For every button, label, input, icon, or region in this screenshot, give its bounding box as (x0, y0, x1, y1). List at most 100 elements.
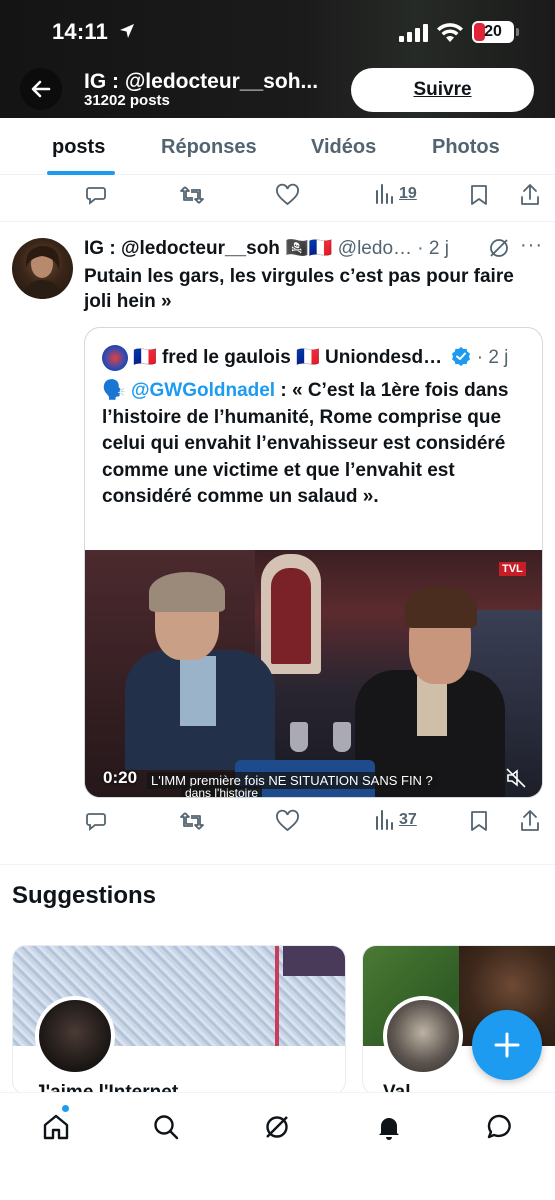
post-actions: 37 (0, 801, 555, 841)
reply-button[interactable] (84, 183, 108, 207)
quoted-author-name: fred le gaulois (161, 347, 291, 368)
video-glass (290, 722, 308, 752)
post-count: 31202 posts (84, 92, 170, 109)
video-person-right-hair (405, 586, 477, 628)
signal-icon (399, 24, 428, 42)
quoted-post[interactable]: 🇫🇷 fred le gaulois 🇫🇷 Uniondesd… · 2 j 🗣… (84, 327, 543, 798)
video-glass (333, 722, 351, 752)
nav-search[interactable] (148, 1109, 184, 1145)
video-timestamp: 0:20 (103, 768, 138, 787)
bookmark-icon (471, 185, 487, 205)
quoted-post-text: 🗣️ @GWGoldnadel : « C’est la 1ère fois d… (102, 378, 532, 511)
quoted-author-avatar (102, 345, 128, 371)
post-author-emoji: 🏴‍☠️🇫🇷 (285, 238, 333, 259)
notification-dot (62, 1105, 69, 1112)
back-button[interactable] (20, 68, 62, 110)
like-button[interactable] (275, 809, 300, 833)
share-button[interactable] (519, 809, 541, 833)
plus-icon (494, 1032, 520, 1058)
profile-name: IG : @ledocteur__soh... (84, 70, 319, 93)
post-header: IG : @ledocteur__soh 🏴‍☠️🇫🇷 @ledo… · 2 j (84, 236, 449, 260)
profile-tabs: posts Réponses Vidéos Photos (0, 118, 555, 175)
battery-icon: 20 (472, 21, 514, 43)
quoted-author-name-tail: Uniondesd… (325, 347, 443, 368)
repost-icon (180, 812, 204, 830)
video-person-right-shirt (417, 676, 447, 736)
location-arrow-icon (120, 24, 134, 38)
quoted-mention-link[interactable]: @GWGoldnadel (131, 380, 275, 401)
verified-badge-icon (452, 347, 471, 366)
quoted-post-time: · 2 j (476, 347, 509, 368)
post-author-avatar[interactable] (12, 238, 73, 299)
like-button[interactable] (275, 183, 300, 207)
reply-button[interactable] (84, 809, 108, 833)
views-count: 19 (399, 185, 417, 202)
status-bar: 14:11 20 (0, 0, 555, 62)
suggestion-avatar[interactable] (383, 996, 463, 1076)
repost-button[interactable] (179, 183, 205, 207)
suggestion-card[interactable]: J'aime l'Internet (12, 945, 346, 1095)
repost-button[interactable] (179, 809, 205, 833)
heart-icon (276, 183, 299, 206)
search-icon (154, 1115, 179, 1140)
mute-icon[interactable] (505, 767, 527, 789)
wifi-icon (437, 23, 463, 42)
video-channel-logo: TVL (499, 562, 526, 576)
views-count: 37 (399, 811, 417, 828)
profile-header: 14:11 20 IG : @ledocteur__soh... 31202 p… (0, 0, 555, 118)
suggestion-avatar[interactable] (35, 996, 115, 1076)
follow-button[interactable]: Suivre (351, 68, 534, 112)
more-options-icon[interactable]: ··· (520, 234, 543, 257)
notifications-icon (379, 1118, 399, 1140)
video-person-left-shirt (180, 656, 216, 726)
status-time: 14:11 (52, 19, 109, 44)
views-icon (376, 810, 393, 830)
quoted-post-header: 🇫🇷 fred le gaulois 🇫🇷 Uniondesd… · 2 j (133, 345, 508, 369)
grok-icon[interactable] (487, 236, 511, 260)
prev-post-actions: 19 (0, 175, 555, 215)
tab-photos[interactable]: Photos (432, 136, 500, 159)
post-time[interactable]: · 2 j (417, 238, 449, 259)
speaker-emoji: 🗣️ (102, 380, 126, 401)
video-set-sign-inner (271, 568, 311, 664)
share-icon (521, 810, 539, 831)
reply-icon (86, 187, 106, 205)
post-author-handle[interactable]: @ledo… (338, 238, 412, 259)
nav-notifications[interactable] (371, 1109, 407, 1145)
bookmark-button[interactable] (468, 183, 490, 207)
video-player[interactable]: TVL L'IMM première fois NE SITUATION SAN… (85, 550, 542, 797)
battery-nub (516, 28, 519, 36)
compose-button[interactable] (472, 1010, 542, 1080)
divider (0, 864, 555, 865)
tab-videos[interactable]: Vidéos (311, 136, 376, 159)
messages-icon (487, 1114, 511, 1139)
bookmark-icon (471, 811, 487, 831)
bottom-nav (0, 1092, 555, 1200)
suggestion-banner-stripe (275, 946, 279, 1046)
post-text: Putain les gars, les virgules c’est pas … (84, 266, 514, 312)
reply-icon (86, 813, 106, 831)
home-icon (43, 1114, 69, 1140)
grok-icon (266, 1116, 288, 1138)
views-icon (376, 184, 393, 204)
bookmark-button[interactable] (468, 809, 490, 833)
share-button[interactable] (519, 183, 541, 207)
avatar-image (22, 246, 64, 299)
post-author-name[interactable]: IG : @ledocteur__soh (84, 238, 280, 259)
nav-messages[interactable] (482, 1109, 518, 1145)
suggestion-banner-corner (283, 946, 345, 976)
battery-level: 20 (484, 23, 502, 40)
share-icon (521, 184, 539, 205)
views-button[interactable]: 37 (374, 809, 417, 831)
flag-emoji: 🇫🇷 (133, 347, 157, 368)
divider (0, 221, 555, 222)
heart-icon (276, 809, 299, 832)
repost-icon (180, 186, 204, 204)
tab-posts[interactable]: posts (52, 136, 105, 159)
flag-emoji: 🇫🇷 (296, 347, 320, 368)
arrow-left-icon (31, 80, 51, 98)
nav-grok[interactable] (259, 1109, 295, 1145)
tab-replies[interactable]: Réponses (161, 136, 257, 159)
views-button[interactable]: 19 (374, 183, 417, 205)
nav-home[interactable] (38, 1109, 74, 1145)
